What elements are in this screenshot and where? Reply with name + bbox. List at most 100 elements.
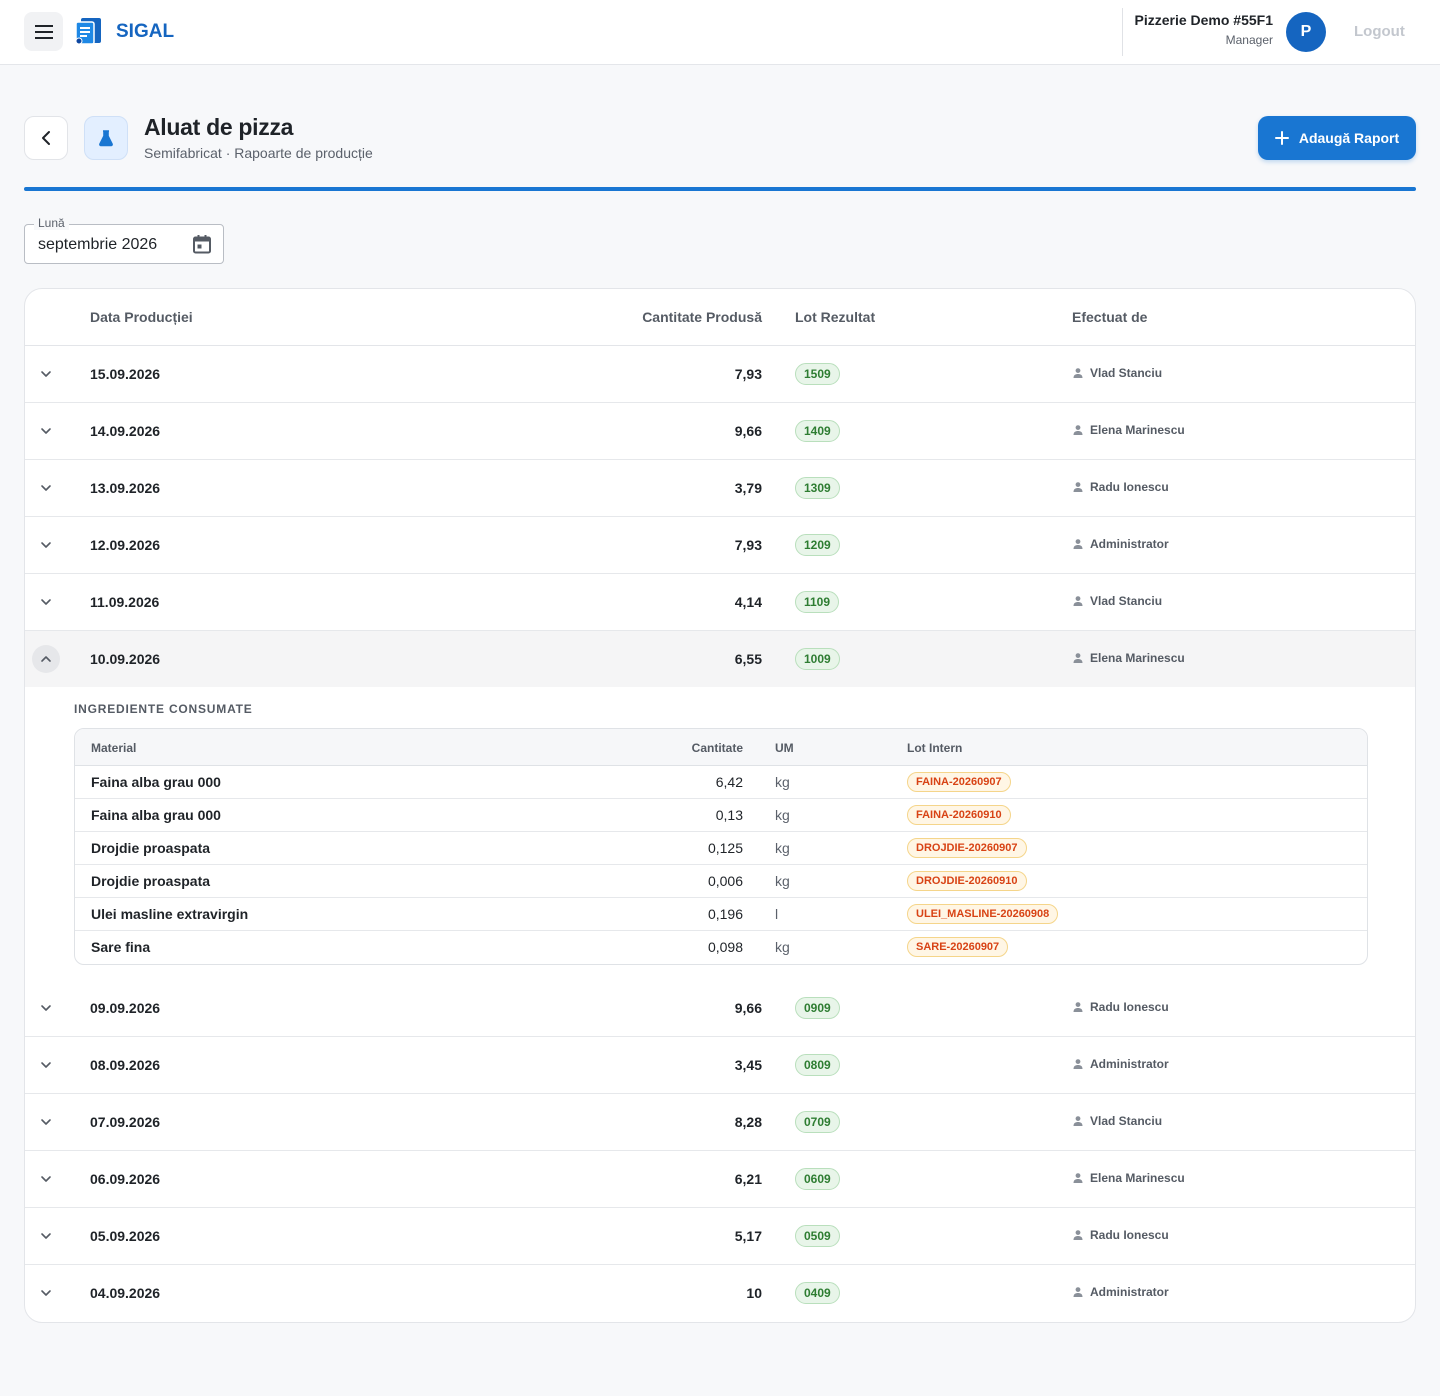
- topbar-divider: [1122, 8, 1123, 56]
- row-user-name: Elena Marinescu: [1090, 651, 1185, 665]
- ingredient-quantity: 6,42: [715, 774, 743, 790]
- row-lot-badge: 1009: [795, 648, 840, 670]
- page-subtitle: Semifabricat · Rapoarte de producție: [144, 145, 373, 161]
- header-material: Material: [91, 741, 137, 755]
- row-quantity: 6,21: [734, 1171, 762, 1187]
- row-user: Administrator: [1072, 1057, 1169, 1071]
- logout-button[interactable]: Logout: [1354, 23, 1405, 40]
- chevron-down-icon: [41, 485, 51, 491]
- expand-button[interactable]: [32, 1108, 60, 1136]
- row-user: Elena Marinescu: [1072, 651, 1185, 665]
- header-divider: [24, 187, 1416, 191]
- table-row[interactable]: 13.09.2026 3,79 1309 Radu Ionescu: [25, 460, 1415, 517]
- row-lot-badge: 1509: [795, 363, 840, 385]
- hamburger-icon: [34, 24, 53, 39]
- detail-title: INGREDIENTE CONSUMATE: [74, 702, 253, 716]
- header-unit: UM: [775, 741, 794, 755]
- person-icon: [1073, 1002, 1083, 1012]
- table-row[interactable]: 12.09.2026 7,93 1209 Administrator: [25, 517, 1415, 574]
- ingredient-row: Ulei masline extravirgin 0,196 l ULEI_MA…: [75, 898, 1367, 931]
- ingredient-quantity: 0,196: [707, 906, 743, 922]
- person-icon: [1073, 596, 1083, 606]
- expand-button[interactable]: [32, 360, 60, 388]
- user-role: Manager: [1225, 33, 1273, 47]
- top-bar: SIGAL Pizzerie Demo #55F1 Manager P Logo…: [0, 0, 1440, 65]
- menu-button[interactable]: [24, 12, 63, 51]
- table-row[interactable]: 04.09.2026 10 0409 Administrator: [25, 1265, 1415, 1322]
- table-row[interactable]: 11.09.2026 4,14 1109 Vlad Stanciu: [25, 574, 1415, 631]
- table-row-expanded[interactable]: 10.09.2026 6,55 1009 Elena Marinescu: [25, 631, 1415, 688]
- row-lot-badge: 1309: [795, 477, 840, 499]
- row-lot-badge: 0509: [795, 1225, 840, 1247]
- ingredient-lot-badge: FAINA-20260907: [907, 772, 1011, 792]
- row-date: 06.09.2026: [90, 1171, 161, 1187]
- row-quantity: 8,28: [734, 1114, 762, 1130]
- table-row[interactable]: 05.09.2026 5,17 0509 Radu Ionescu: [25, 1208, 1415, 1265]
- expand-button[interactable]: [32, 1222, 60, 1250]
- expand-button[interactable]: [32, 417, 60, 445]
- row-quantity: 4,14: [734, 594, 762, 610]
- row-user-name: Administrator: [1090, 537, 1169, 551]
- row-quantity: 10: [746, 1285, 762, 1301]
- row-lot-badge: 0709: [795, 1111, 840, 1133]
- table-row[interactable]: 15.09.2026 7,93 1509 Vlad Stanciu: [25, 346, 1415, 403]
- row-detail-panel: INGREDIENTE CONSUMATE Material Cantitate…: [25, 687, 1415, 979]
- row-user-name: Radu Ionescu: [1090, 1000, 1169, 1014]
- expand-button[interactable]: [32, 994, 60, 1022]
- expand-button[interactable]: [32, 1051, 60, 1079]
- row-quantity: 9,66: [734, 1000, 762, 1016]
- chevron-down-icon: [41, 1062, 51, 1068]
- ingredient-material: Sare fina: [91, 939, 151, 955]
- row-user: Elena Marinescu: [1072, 423, 1185, 437]
- expand-button[interactable]: [32, 531, 60, 559]
- header-lot: Lot Rezultat: [795, 309, 876, 325]
- row-date: 05.09.2026: [90, 1228, 161, 1244]
- header-ingredient-quantity: Cantitate: [691, 741, 743, 755]
- ingredient-unit: kg: [775, 873, 790, 889]
- row-date: 07.09.2026: [90, 1114, 161, 1130]
- table-row[interactable]: 08.09.2026 3,45 0809 Administrator: [25, 1037, 1415, 1094]
- ingredient-unit: kg: [775, 939, 790, 955]
- table-row[interactable]: 14.09.2026 9,66 1409 Elena Marinescu: [25, 403, 1415, 460]
- expand-button[interactable]: [32, 1279, 60, 1307]
- table-row[interactable]: 06.09.2026 6,21 0609 Elena Marinescu: [25, 1151, 1415, 1208]
- row-user: Administrator: [1072, 1285, 1169, 1299]
- row-user: Radu Ionescu: [1072, 1000, 1169, 1014]
- ingredient-material: Faina alba grau 000: [91, 774, 221, 790]
- table-row[interactable]: 09.09.2026 9,66 0909 Radu Ionescu: [25, 980, 1415, 1037]
- calendar-icon[interactable]: [191, 233, 213, 255]
- row-date: 15.09.2026: [90, 366, 161, 382]
- row-user-name: Elena Marinescu: [1090, 1171, 1185, 1185]
- row-date: 09.09.2026: [90, 1000, 161, 1016]
- month-picker-value: septembrie 2026: [38, 236, 158, 253]
- expand-button[interactable]: [32, 474, 60, 502]
- chevron-down-icon: [41, 1005, 51, 1011]
- header-internal-lot: Lot Intern: [907, 741, 963, 755]
- row-user-name: Radu Ionescu: [1090, 480, 1169, 494]
- row-quantity: 3,79: [734, 480, 762, 496]
- month-picker[interactable]: Lună septembrie 2026: [24, 216, 224, 264]
- chevron-down-icon: [41, 1119, 51, 1125]
- expand-button[interactable]: [32, 588, 60, 616]
- month-picker-label: Lună: [34, 216, 69, 230]
- expand-button[interactable]: [32, 1165, 60, 1193]
- person-icon: [1073, 653, 1083, 663]
- ingredient-unit: kg: [775, 774, 790, 790]
- chevron-up-icon: [41, 656, 51, 662]
- ingredient-quantity: 0,098: [707, 939, 743, 955]
- row-user-name: Vlad Stanciu: [1090, 366, 1163, 380]
- row-user: Radu Ionescu: [1072, 480, 1169, 494]
- back-button[interactable]: [24, 116, 68, 160]
- row-quantity: 5,17: [734, 1228, 762, 1244]
- ingredient-lot-badge: ULEI_MASLINE-20260908: [907, 904, 1059, 924]
- row-date: 13.09.2026: [90, 480, 161, 496]
- ingredient-unit: kg: [775, 807, 790, 823]
- row-user-name: Elena Marinescu: [1090, 423, 1185, 437]
- avatar[interactable]: P: [1286, 12, 1326, 52]
- person-icon: [1073, 1287, 1083, 1297]
- collapse-button[interactable]: [32, 645, 60, 673]
- row-user-name: Administrator: [1090, 1057, 1169, 1071]
- table-row[interactable]: 07.09.2026 8,28 0709 Vlad Stanciu: [25, 1094, 1415, 1151]
- ingredients-table-header: Material Cantitate UM Lot Intern: [75, 729, 1367, 766]
- add-report-button[interactable]: Adaugă Raport: [1258, 116, 1416, 160]
